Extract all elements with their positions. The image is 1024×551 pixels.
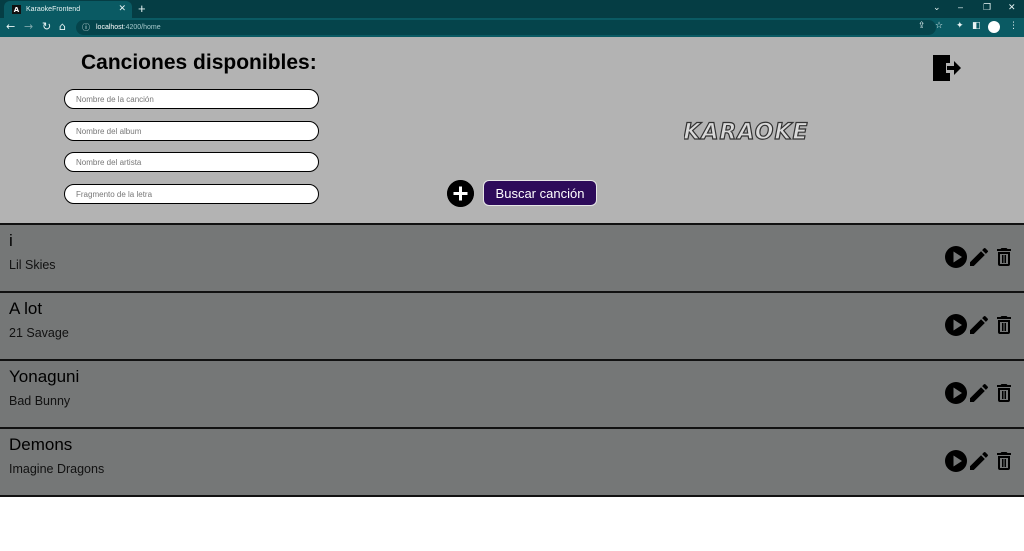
artist-name-input[interactable] [64, 152, 319, 172]
forward-arrow-icon[interactable]: → [24, 20, 33, 34]
song-name: Demons [9, 435, 73, 454]
extensions-puzzle-icon[interactable]: ✦ [956, 21, 964, 31]
restore-button[interactable]: ❐ [983, 2, 991, 13]
song-row: i Lil Skies [0, 223, 1024, 291]
url-host: localhost [96, 24, 124, 31]
search-song-button[interactable]: Buscar canción [483, 180, 597, 206]
site-info-icon[interactable]: ⓘ [82, 22, 90, 33]
list-bottom-border [0, 495, 1024, 497]
song-name: i [9, 231, 13, 250]
angular-favicon-icon: A [12, 5, 21, 14]
song-name-input[interactable] [64, 89, 319, 109]
play-circle-icon[interactable] [944, 313, 968, 337]
search-header: Canciones disponibles: KARAOKE Buscar ca… [0, 37, 1024, 223]
trash-icon[interactable] [992, 381, 1016, 405]
pencil-icon[interactable] [967, 245, 991, 269]
browser-menu-icon[interactable]: ⋮ [1009, 21, 1018, 31]
browser-tab-bar: A KaraokeFrontend ✕ + ⌄ – ❐ ✕ [0, 0, 1024, 18]
album-name-input[interactable] [64, 121, 319, 141]
lyrics-fragment-input[interactable] [64, 184, 319, 204]
song-artist: Imagine Dragons [9, 462, 105, 476]
reload-icon[interactable]: ↻ [42, 20, 51, 34]
song-row: Yonaguni Bad Bunny [0, 359, 1024, 427]
new-tab-button[interactable]: + [138, 1, 146, 16]
pencil-icon[interactable] [967, 381, 991, 405]
tab-close-icon[interactable]: ✕ [118, 3, 126, 14]
url-path: :4200/home [123, 24, 161, 31]
minimize-button[interactable]: – [958, 2, 963, 12]
add-song-button[interactable] [447, 180, 474, 207]
browser-tab[interactable]: A KaraokeFrontend ✕ [4, 1, 132, 18]
logout-door-icon[interactable] [930, 53, 962, 83]
song-artist: Bad Bunny [9, 394, 71, 408]
play-circle-icon[interactable] [944, 381, 968, 405]
share-icon[interactable]: ⇪ [918, 21, 926, 31]
song-row: A lot 21 Savage [0, 291, 1024, 359]
play-circle-icon[interactable] [944, 245, 968, 269]
song-artist: Lil Skies [9, 258, 56, 272]
trash-icon[interactable] [992, 449, 1016, 473]
browser-nav-bar: ← → ↻ ⌂ ⓘ localhost :4200/home ⇪ ☆ ✦ ◧ ⋮ [0, 18, 1024, 37]
pencil-icon[interactable] [967, 449, 991, 473]
song-row: Demons Imagine Dragons [0, 427, 1024, 495]
close-window-button[interactable]: ✕ [1008, 2, 1016, 13]
trash-icon[interactable] [992, 245, 1016, 269]
pencil-icon[interactable] [967, 313, 991, 337]
svg-text:KARAOKE: KARAOKE [684, 120, 809, 145]
trash-icon[interactable] [992, 313, 1016, 337]
play-circle-icon[interactable] [944, 449, 968, 473]
song-name: Yonaguni [9, 367, 80, 386]
side-panel-icon[interactable]: ◧ [972, 21, 981, 31]
song-artist: 21 Savage [9, 326, 69, 340]
song-name: A lot [9, 299, 43, 318]
karaoke-logo: KARAOKE [684, 119, 809, 145]
tab-title: KaraokeFrontend [26, 6, 81, 13]
address-bar[interactable]: ⓘ localhost :4200/home [76, 20, 936, 35]
tab-search-icon[interactable]: ⌄ [933, 2, 941, 13]
profile-avatar[interactable] [988, 21, 1000, 33]
bookmark-star-icon[interactable]: ☆ [935, 21, 943, 31]
page-title: Canciones disponibles: [81, 51, 317, 74]
home-icon[interactable]: ⌂ [59, 20, 66, 34]
back-arrow-icon[interactable]: ← [6, 20, 15, 34]
